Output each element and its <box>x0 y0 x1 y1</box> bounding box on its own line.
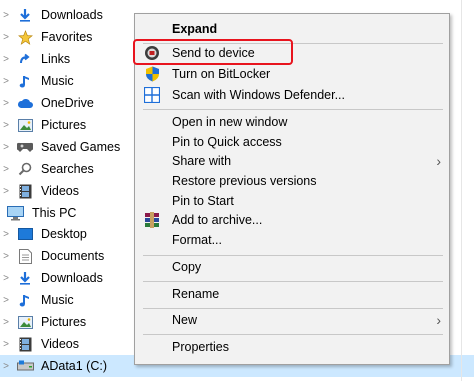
menu-item-label: Properties <box>172 340 229 354</box>
menu-item-label: Open in new window <box>172 115 288 129</box>
cloud-icon <box>16 94 34 112</box>
menu-item-label: Scan with Windows Defender... <box>172 88 345 102</box>
chevron-right-icon[interactable]: > <box>0 158 12 180</box>
desktop-icon <box>16 225 34 243</box>
menu-item-restore-previous[interactable]: Restore previous versions <box>137 171 447 191</box>
document-icon <box>16 247 34 265</box>
drive-icon <box>16 357 34 375</box>
tree-item-label: Downloads <box>41 271 103 285</box>
tree-item-label: Favorites <box>41 30 93 44</box>
menu-separator <box>143 281 443 282</box>
tree-item-label: Searches <box>41 162 94 176</box>
menu-item-add-to-archive[interactable]: Add to archive... <box>137 210 447 230</box>
menu-item-turn-on-bitlocker[interactable]: Turn on BitLocker <box>137 64 447 84</box>
chevron-right-icon: › <box>436 312 441 328</box>
download-arrow-icon <box>16 269 34 287</box>
star-icon <box>16 28 34 46</box>
music-note-icon <box>16 291 34 309</box>
picture-icon <box>16 313 34 331</box>
tree-item-label: Links <box>41 52 71 66</box>
chevron-right-icon[interactable]: > <box>0 289 12 311</box>
chevron-right-icon[interactable]: > <box>0 333 12 355</box>
film-icon <box>16 182 34 200</box>
link-arrow-icon <box>16 50 34 68</box>
menu-item-properties[interactable]: Properties <box>137 337 447 357</box>
menu-item-label: Expand <box>172 22 218 36</box>
menu-item-open-new-window[interactable]: Open in new window <box>137 112 447 132</box>
chevron-right-icon[interactable]: > <box>0 245 12 267</box>
menu-item-pin-quick-access[interactable]: Pin to Quick access <box>137 132 447 152</box>
tree-item-label: Music <box>41 74 74 88</box>
chevron-right-icon: › <box>436 153 441 169</box>
defender-icon <box>143 86 161 104</box>
chevron-right-icon[interactable]: > <box>0 311 12 333</box>
menu-separator <box>143 308 443 309</box>
pane-divider <box>461 0 462 381</box>
menu-item-label: Restore previous versions <box>172 174 317 188</box>
chevron-right-icon[interactable]: > <box>0 355 12 377</box>
menu-item-share-with[interactable]: Share with › <box>137 151 447 171</box>
menu-item-label: Pin to Start <box>172 194 234 208</box>
tree-item-label: Documents <box>41 249 105 263</box>
tree-item-label: Downloads <box>41 8 103 22</box>
red-highlight-box <box>133 39 293 65</box>
chevron-right-icon[interactable]: > <box>0 267 12 289</box>
menu-item-new[interactable]: New › <box>137 310 447 330</box>
picture-icon <box>16 116 34 134</box>
music-note-icon <box>16 72 34 90</box>
menu-item-label: Turn on BitLocker <box>172 67 271 81</box>
chevron-right-icon[interactable]: > <box>0 4 12 26</box>
tree-item-label: AData1 (C:) <box>41 359 107 373</box>
menu-item-expand[interactable]: Expand <box>137 19 447 39</box>
chevron-right-icon[interactable]: > <box>0 180 12 202</box>
menu-item-label: Copy <box>172 260 202 274</box>
chevron-right-icon[interactable]: > <box>0 223 12 245</box>
tree-item-label: Videos <box>41 184 79 198</box>
menu-separator <box>143 334 443 335</box>
menu-item-format[interactable]: Format... <box>137 230 447 250</box>
tree-item-label: Desktop <box>41 227 87 241</box>
menu-item-copy[interactable]: Copy <box>137 257 447 277</box>
magnifier-icon <box>16 160 34 178</box>
tree-item-label: OneDrive <box>41 96 94 110</box>
menu-item-label: Format... <box>172 233 223 247</box>
menu-separator <box>143 109 443 110</box>
context-menu: Expand Send to device Turn on BitLocker … <box>134 13 450 365</box>
chevron-right-icon[interactable]: > <box>0 114 12 136</box>
tree-item-label: This PC <box>32 206 77 220</box>
game-controller-icon <box>16 138 34 156</box>
chevron-right-icon[interactable]: > <box>0 26 12 48</box>
menu-item-scan-defender[interactable]: Scan with Windows Defender... <box>137 85 447 105</box>
winrar-archive-icon <box>143 211 161 229</box>
tree-item-label: Saved Games <box>41 140 121 154</box>
shield-icon <box>143 65 161 83</box>
film-icon <box>16 335 34 353</box>
menu-item-label: Rename <box>172 287 220 301</box>
chevron-right-icon[interactable]: > <box>0 48 12 70</box>
menu-item-pin-start[interactable]: Pin to Start <box>137 191 447 211</box>
chevron-right-icon[interactable]: > <box>0 92 12 114</box>
menu-item-label: Share with <box>172 154 232 168</box>
menu-separator <box>143 255 443 256</box>
tree-item-label: Pictures <box>41 118 87 132</box>
menu-item-rename[interactable]: Rename <box>137 284 447 304</box>
tree-item-label: Videos <box>41 337 79 351</box>
download-arrow-icon <box>16 6 34 24</box>
chevron-right-icon[interactable]: > <box>0 70 12 92</box>
tree-item-label: Pictures <box>41 315 87 329</box>
tree-item-label: Music <box>41 293 74 307</box>
menu-item-label: Add to archive... <box>172 213 263 227</box>
menu-item-label: New <box>172 313 198 327</box>
computer-icon <box>6 204 24 222</box>
chevron-right-icon[interactable]: > <box>0 136 12 158</box>
menu-item-label: Pin to Quick access <box>172 135 282 149</box>
